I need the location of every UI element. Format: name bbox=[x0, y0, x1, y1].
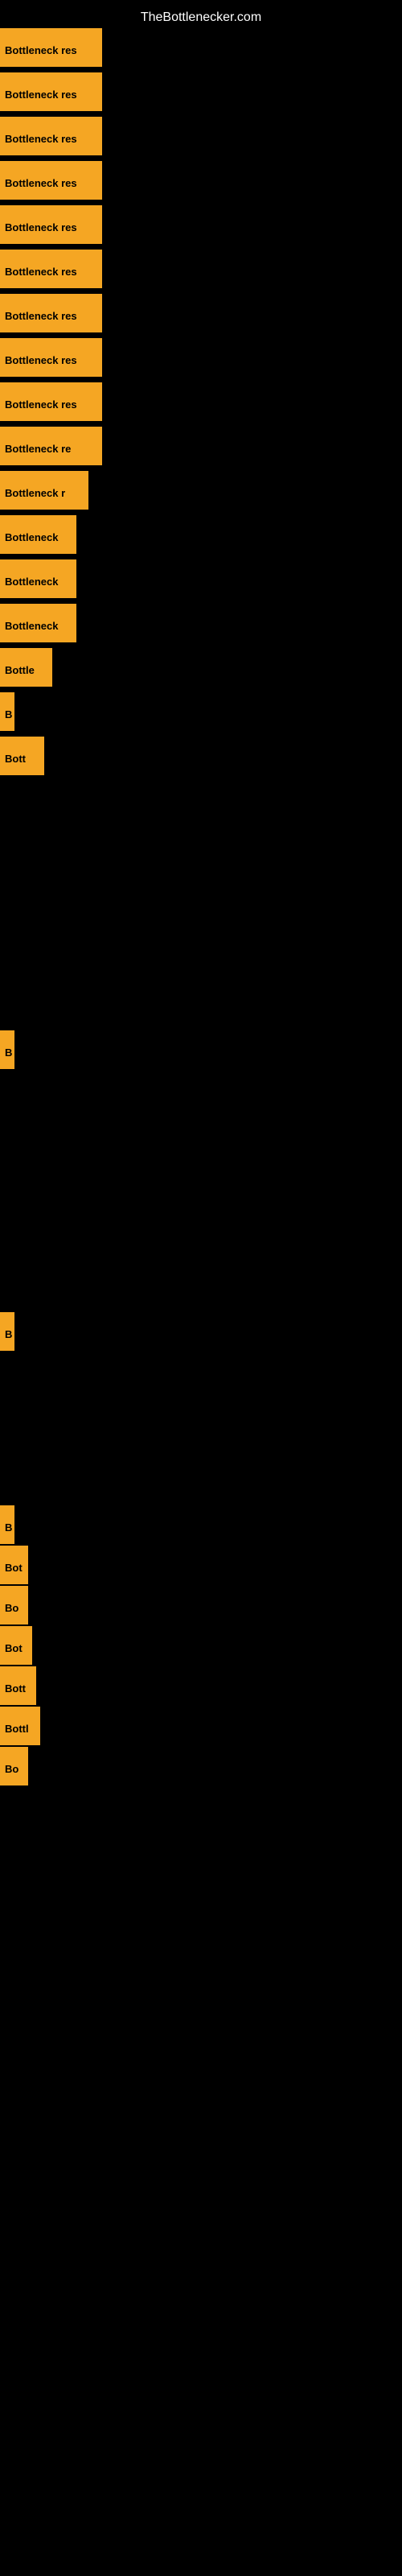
bottleneck-item: B bbox=[0, 1505, 14, 1544]
bottleneck-item: Bottleneck res bbox=[0, 28, 102, 67]
bottleneck-item: Bottleneck res bbox=[0, 205, 102, 244]
bottleneck-item: B bbox=[0, 692, 14, 731]
bottleneck-item: Bottleneck res bbox=[0, 161, 102, 200]
site-title: TheBottlenecker.com bbox=[0, 4, 402, 31]
bottleneck-item: Bottleneck r bbox=[0, 471, 88, 510]
bottleneck-item: Bottleneck re bbox=[0, 427, 102, 465]
bottleneck-item: Bott bbox=[0, 1666, 36, 1705]
bottleneck-item: Bottleneck res bbox=[0, 338, 102, 377]
bottleneck-item: Bottleneck res bbox=[0, 72, 102, 111]
bottleneck-item: Bottleneck res bbox=[0, 117, 102, 155]
bottleneck-item: Bott bbox=[0, 737, 44, 775]
bottleneck-item: Bo bbox=[0, 1747, 28, 1785]
bottleneck-item: Bottleneck res bbox=[0, 250, 102, 288]
bottleneck-item: Bottleneck res bbox=[0, 382, 102, 421]
bottleneck-item: Bottleneck bbox=[0, 515, 76, 554]
bottleneck-item: Bot bbox=[0, 1546, 28, 1584]
bottleneck-item: Bottleneck bbox=[0, 559, 76, 598]
bottleneck-item: Bot bbox=[0, 1626, 32, 1665]
bottleneck-item: B bbox=[0, 1312, 14, 1351]
bottleneck-item: B bbox=[0, 1030, 14, 1069]
bottleneck-item: Bo bbox=[0, 1586, 28, 1624]
bottleneck-item: Bottl bbox=[0, 1707, 40, 1745]
bottleneck-item: Bottle bbox=[0, 648, 52, 687]
bottleneck-item: Bottleneck bbox=[0, 604, 76, 642]
bottleneck-item: Bottleneck res bbox=[0, 294, 102, 332]
